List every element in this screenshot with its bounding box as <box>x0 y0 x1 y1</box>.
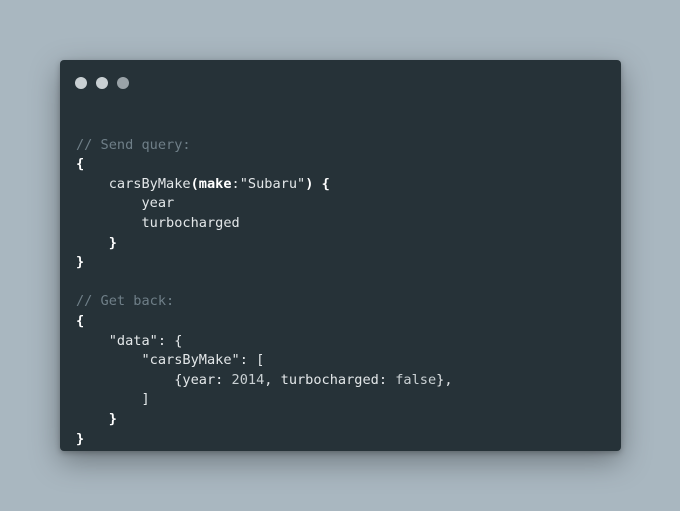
code-line: {year: 2014, turbocharged: false}, <box>76 371 453 391</box>
query-inner-close-brace: } <box>108 234 117 251</box>
query-paren-close: ) { <box>305 175 330 192</box>
response-carsbymake-key: "carsByMake" <box>141 352 240 369</box>
comment-send-query: // Send query: <box>76 136 191 153</box>
code-line: } <box>76 410 453 430</box>
minimize-dot-icon[interactable] <box>96 77 108 89</box>
close-dot-icon[interactable] <box>75 77 87 89</box>
query-open-brace: { <box>76 156 85 173</box>
maximize-dot-icon[interactable] <box>117 77 129 89</box>
code-line: // Send query: <box>76 136 453 156</box>
query-arg-key: make <box>198 175 232 192</box>
code-line: } <box>76 253 453 273</box>
response-data-sep: : { <box>157 332 183 349</box>
response-item-mid: , turbocharged: <box>264 371 396 388</box>
query-paren-open: ( <box>190 175 199 192</box>
query-function-name: carsByMake <box>108 175 191 192</box>
query-field-year: year <box>141 195 175 212</box>
code-line: // Get back: <box>76 292 453 312</box>
code-line: turbocharged <box>76 214 453 234</box>
response-close-brace: } <box>76 430 85 447</box>
response-item-year: 2014 <box>231 371 265 388</box>
response-data-key: "data" <box>108 332 158 349</box>
response-open-brace: { <box>76 312 85 329</box>
code-line: } <box>76 234 453 254</box>
code-line: } <box>76 430 453 450</box>
query-arg-sep: : <box>231 175 240 192</box>
code-line: { <box>76 312 453 332</box>
window-controls <box>75 77 129 89</box>
response-item-close: }, <box>436 371 453 388</box>
code-block: // Send query: { carsByMake(make:"Subaru"… <box>76 116 453 449</box>
code-line: "data": { <box>76 332 453 352</box>
code-line: { <box>76 155 453 175</box>
code-window: // Send query: { carsByMake(make:"Subaru"… <box>60 60 621 451</box>
response-carsbymake-sep: : [ <box>239 352 265 369</box>
response-item-turbo: false <box>395 371 437 388</box>
code-line: year <box>76 194 453 214</box>
code-line: carsByMake(make:"Subaru") { <box>76 175 453 195</box>
query-field-turbocharged: turbocharged <box>141 214 240 231</box>
response-array-close: ] <box>141 391 150 408</box>
response-item-open: {year: <box>174 371 232 388</box>
code-line: "carsByMake": [ <box>76 351 453 371</box>
query-arg-value: "Subaru" <box>239 175 306 192</box>
response-data-close-brace: } <box>108 410 117 427</box>
comment-get-back: // Get back: <box>76 293 175 310</box>
code-line: ] <box>76 390 453 410</box>
query-close-brace: } <box>76 254 85 271</box>
